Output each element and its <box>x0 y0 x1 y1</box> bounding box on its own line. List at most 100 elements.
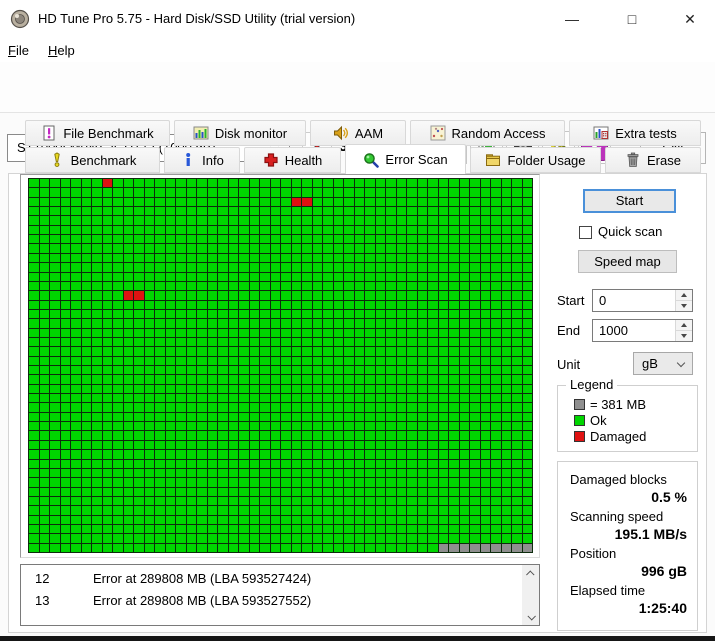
error-row[interactable]: 13Error at 289808 MB (LBA 593527552) <box>21 590 522 612</box>
screen-edge-strip <box>0 636 715 641</box>
block-cell <box>208 347 218 355</box>
block-cell <box>512 413 522 421</box>
block-cell <box>271 226 281 234</box>
error-list-scrollbar[interactable] <box>522 565 539 625</box>
minimize-button[interactable]: — <box>549 0 595 38</box>
block-cell <box>92 216 102 224</box>
block-cell <box>439 319 449 327</box>
block-cell <box>418 338 428 346</box>
tab-extra-tests[interactable]: Extra tests <box>569 120 701 146</box>
block-cell <box>40 413 50 421</box>
block-cell <box>197 347 207 355</box>
block-cell <box>260 319 270 327</box>
tab-health[interactable]: Health <box>244 147 341 173</box>
block-cell <box>155 329 165 337</box>
close-button[interactable]: ✕ <box>667 0 713 38</box>
error-row[interactable]: 12Error at 289808 MB (LBA 593527424) <box>21 568 522 590</box>
quick-scan-checkbox[interactable] <box>579 226 592 239</box>
tab-folder-usage[interactable]: Folder Usage <box>470 147 601 173</box>
block-cell <box>260 198 270 206</box>
block-cell <box>176 301 186 309</box>
tab-error-scan[interactable]: Error Scan <box>345 144 466 174</box>
block-cell <box>460 460 470 468</box>
block-cell <box>260 506 270 514</box>
maximize-button[interactable]: □ <box>609 0 655 38</box>
spin-up-button[interactable] <box>676 290 692 300</box>
block-cell <box>197 366 207 374</box>
block-cell <box>103 441 113 449</box>
block-cell <box>197 375 207 383</box>
block-cell <box>29 301 39 309</box>
start-scan-button[interactable]: Start <box>583 189 676 213</box>
spin-down-button[interactable] <box>676 300 692 311</box>
block-cell <box>50 263 60 271</box>
start-input[interactable] <box>593 290 675 311</box>
block-cell <box>376 179 386 187</box>
block-cell <box>407 207 417 215</box>
menu-help[interactable]: Help <box>42 40 81 61</box>
block-cell <box>239 431 249 439</box>
file-benchmark-icon <box>41 125 57 141</box>
block-cell <box>365 385 375 393</box>
tab-benchmark[interactable]: Benchmark <box>25 147 160 173</box>
block-cell <box>355 544 365 552</box>
block-cell <box>365 478 375 486</box>
block-cell <box>187 366 197 374</box>
block-cell <box>239 338 249 346</box>
block-cell <box>103 497 113 505</box>
scroll-down-button[interactable] <box>522 608 539 625</box>
speed-map-button[interactable]: Speed map <box>578 250 677 273</box>
menu-file[interactable]: File <box>2 40 35 61</box>
block-cell <box>166 329 176 337</box>
block-cell <box>155 534 165 542</box>
block-cell <box>386 469 396 477</box>
block-cell <box>50 375 60 383</box>
tab-random-access[interactable]: Random Access <box>410 120 565 146</box>
spin-up-button[interactable] <box>676 320 692 330</box>
spin-down-button[interactable] <box>676 330 692 341</box>
block-cell <box>271 497 281 505</box>
block-cell <box>71 357 81 365</box>
block-cell <box>250 198 260 206</box>
block-cell <box>145 329 155 337</box>
block-cell <box>29 544 39 552</box>
block-cell <box>302 226 312 234</box>
block-cell <box>250 534 260 542</box>
tab-file-benchmark[interactable]: File Benchmark <box>25 120 170 146</box>
tab-erase[interactable]: Erase <box>605 147 701 173</box>
block-cell <box>281 403 291 411</box>
block-cell <box>176 375 186 383</box>
scroll-up-button[interactable] <box>522 565 539 582</box>
unit-select[interactable]: gB <box>633 352 693 375</box>
end-input[interactable] <box>593 320 675 341</box>
block-cell <box>523 469 533 477</box>
block-cell <box>250 244 260 252</box>
tab-info[interactable]: Info <box>164 147 240 173</box>
block-cell <box>407 394 417 402</box>
block-cell <box>397 469 407 477</box>
block-cell <box>271 422 281 430</box>
block-cell <box>439 235 449 243</box>
block-cell <box>313 544 323 552</box>
block-cell <box>239 301 249 309</box>
block-cell <box>134 366 144 374</box>
block-cell <box>71 450 81 458</box>
block-cell <box>355 310 365 318</box>
block-cell <box>281 534 291 542</box>
block-cell <box>386 310 396 318</box>
block-cell <box>40 207 50 215</box>
block-cell <box>197 291 207 299</box>
tab-aam[interactable]: AAM <box>310 120 406 146</box>
block-cell <box>229 394 239 402</box>
block-cell <box>29 357 39 365</box>
tab-disk-monitor[interactable]: Disk monitor <box>174 120 306 146</box>
block-cell <box>502 516 512 524</box>
block-cell <box>208 544 218 552</box>
block-cell <box>218 394 228 402</box>
block-cell <box>355 460 365 468</box>
tab-label: Disk monitor <box>215 126 287 141</box>
block-cell <box>302 179 312 187</box>
block-cell <box>155 216 165 224</box>
block-cell <box>239 422 249 430</box>
block-cell <box>344 506 354 514</box>
